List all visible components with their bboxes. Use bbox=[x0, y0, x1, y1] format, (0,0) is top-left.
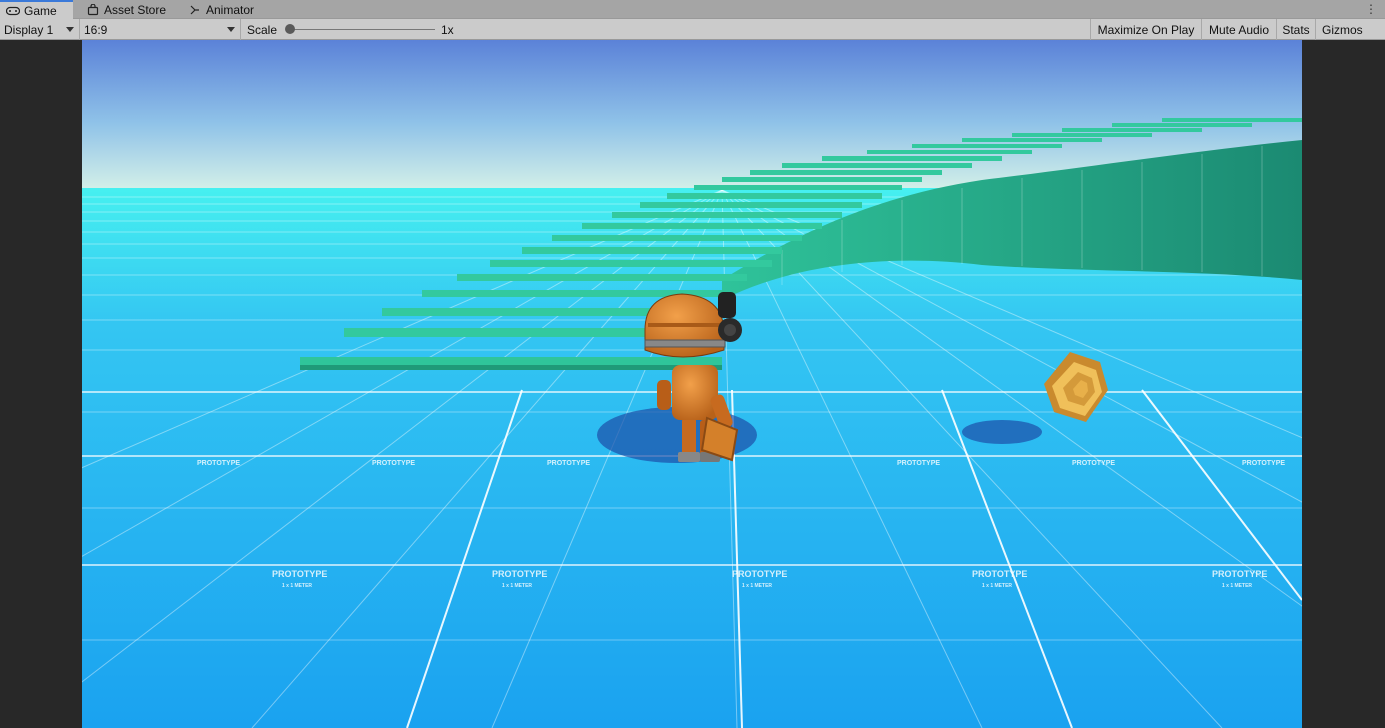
aspect-ratio-dropdown[interactable]: 16:9 bbox=[80, 19, 241, 40]
floor-label: PROTOTYPE bbox=[972, 569, 1027, 579]
floor-label: PROTOTYPE bbox=[492, 569, 547, 579]
tab-asset-store-label: Asset Store bbox=[104, 2, 167, 17]
chevron-down-icon bbox=[66, 27, 74, 32]
gizmos-dropdown[interactable]: Gizmos bbox=[1315, 19, 1385, 40]
store-icon bbox=[86, 3, 100, 16]
mute-audio-button[interactable]: Mute Audio bbox=[1201, 19, 1276, 40]
scale-slider-track[interactable] bbox=[290, 29, 435, 30]
scale-label: Scale bbox=[247, 22, 278, 37]
floor-sublabel: 1 x 1 METER bbox=[742, 583, 772, 589]
gamepad-icon bbox=[6, 5, 20, 17]
floor-label: PROTOTYPE bbox=[272, 569, 327, 579]
stats-button[interactable]: Stats bbox=[1276, 19, 1315, 40]
tab-animator[interactable]: Animator bbox=[182, 0, 260, 19]
floor-label: PROTOTYPE bbox=[1072, 460, 1115, 467]
floor-label: PROTOTYPE bbox=[547, 460, 590, 467]
floor-label: PROTOTYPE bbox=[732, 569, 787, 579]
chevron-down-icon bbox=[227, 27, 235, 32]
floor-label: PROTOTYPE bbox=[197, 460, 240, 467]
tab-asset-store[interactable]: Asset Store bbox=[80, 0, 172, 19]
game-view-toolbar: Display 1 16:9 Scale 1x Maximize On Play… bbox=[0, 19, 1385, 40]
floor-sublabel: 1 x 1 METER bbox=[502, 583, 532, 589]
floor-sublabel: 1 x 1 METER bbox=[282, 583, 312, 589]
floor-sublabel: 1 x 1 METER bbox=[982, 583, 1012, 589]
display-dropdown-label: Display 1 bbox=[4, 22, 54, 37]
floor-label: PROTOTYPE bbox=[1242, 460, 1285, 467]
tab-animator-label: Animator bbox=[206, 2, 255, 17]
floor-label: PROTOTYPE bbox=[1212, 569, 1267, 579]
window-tab-bar: Game Asset Store Animator ⋮ bbox=[0, 0, 1385, 19]
animator-icon bbox=[188, 4, 202, 16]
floor-sublabel: 1 x 1 METER bbox=[1222, 583, 1252, 589]
scale-value: 1x bbox=[441, 22, 454, 37]
gizmos-label: Gizmos bbox=[1322, 22, 1363, 37]
aspect-ratio-label: 16:9 bbox=[84, 22, 108, 37]
tab-game-label: Game bbox=[24, 3, 57, 18]
game-scene: PROTOTYPE PROTOTYPE PROTOTYPE PROTOTYPE … bbox=[82, 40, 1302, 728]
floor-label: PROTOTYPE bbox=[372, 460, 415, 467]
scale-slider-thumb[interactable] bbox=[285, 24, 295, 34]
coin-shadow bbox=[962, 420, 1042, 444]
display-dropdown[interactable]: Display 1 bbox=[0, 19, 80, 40]
maximize-on-play-button[interactable]: Maximize On Play bbox=[1090, 19, 1201, 40]
more-options-icon[interactable]: ⋮ bbox=[1365, 2, 1377, 16]
game-viewport[interactable]: PROTOTYPE PROTOTYPE PROTOTYPE PROTOTYPE … bbox=[82, 40, 1302, 728]
tab-game[interactable]: Game bbox=[0, 0, 73, 19]
floor-label: PROTOTYPE bbox=[897, 460, 940, 467]
